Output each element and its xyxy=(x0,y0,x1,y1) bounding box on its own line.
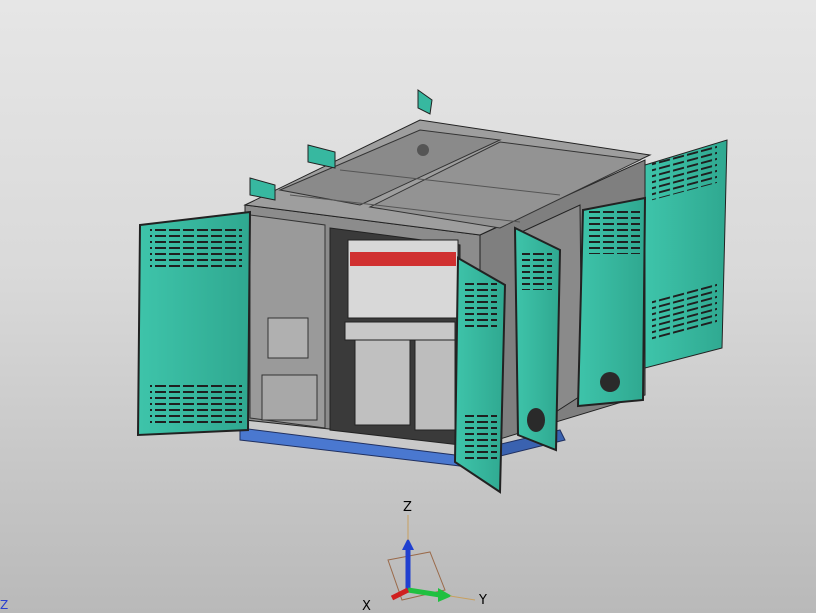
right-rear-door[interactable] xyxy=(644,139,728,369)
x-axis-arrow xyxy=(390,587,410,601)
center-front-door[interactable] xyxy=(453,256,507,494)
z-axis-label: Z xyxy=(403,500,412,515)
corner-axis-indicator: Z xyxy=(0,598,9,612)
side-door[interactable] xyxy=(513,226,562,452)
graphics-viewport[interactable]: Z Y X Z xyxy=(0,0,816,613)
y-axis-arrow xyxy=(407,587,441,598)
left-front-door[interactable] xyxy=(136,210,252,437)
model-canvas[interactable]: Z Y X xyxy=(0,0,816,613)
coordinate-triad[interactable]: Z Y X xyxy=(362,500,487,613)
x-axis-label: X xyxy=(362,599,371,613)
right-front-door[interactable] xyxy=(576,196,647,408)
y-axis-label: Y xyxy=(478,593,487,608)
